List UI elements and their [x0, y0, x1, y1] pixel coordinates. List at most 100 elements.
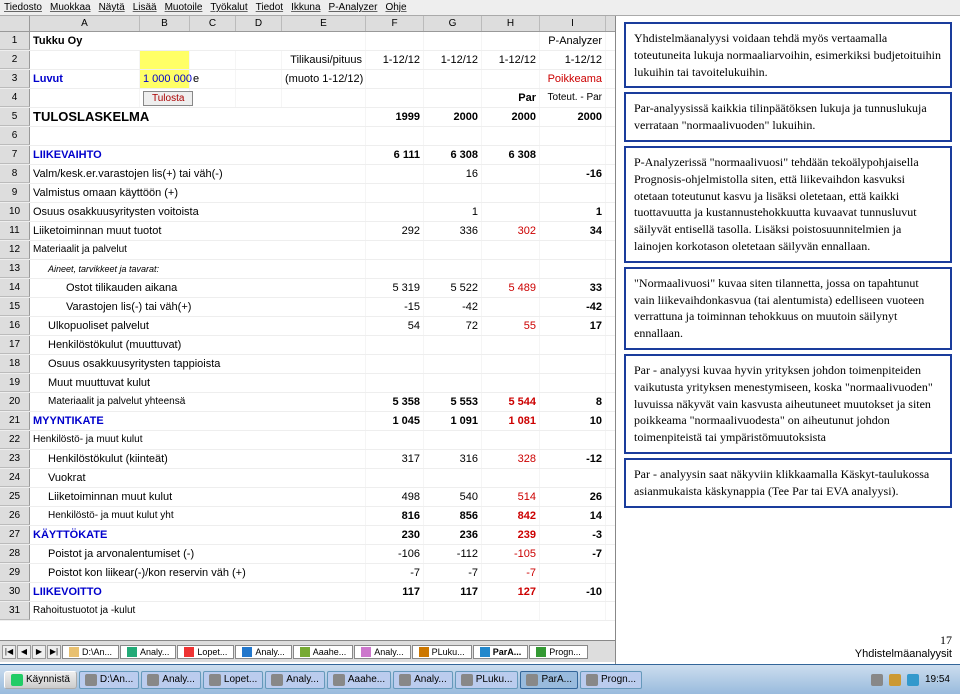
- taskbar-item[interactable]: Analy...: [393, 671, 453, 689]
- cell[interactable]: -42: [424, 298, 482, 316]
- cell[interactable]: 5 544: [482, 393, 540, 411]
- cell[interactable]: -112: [424, 545, 482, 563]
- table-row[interactable]: 23Henkilöstökulut (kiinteät)317316328-12: [0, 450, 615, 469]
- cell[interactable]: [366, 374, 424, 392]
- row-header[interactable]: 4: [0, 89, 30, 107]
- table-row[interactable]: 12Materiaalit ja palvelut: [0, 241, 615, 260]
- cell[interactable]: [424, 89, 482, 107]
- table-row[interactable]: 8Valm/kesk.er.varastojen lis(+) tai väh(…: [0, 165, 615, 184]
- row-header[interactable]: 10: [0, 203, 30, 221]
- row-header[interactable]: 7: [0, 146, 30, 164]
- cell[interactable]: [366, 89, 424, 107]
- cell[interactable]: -3: [540, 526, 606, 544]
- cell[interactable]: 6 111: [366, 146, 424, 164]
- table-row[interactable]: 26Henkilöstö- ja muut kulut yht816856842…: [0, 507, 615, 526]
- table-row[interactable]: 21MYYNTIKATE1 0451 0911 08110: [0, 412, 615, 431]
- colhead-i[interactable]: I: [540, 16, 606, 31]
- tray-icon[interactable]: [889, 674, 901, 686]
- taskbar-item[interactable]: PLuku...: [455, 671, 519, 689]
- cell[interactable]: [482, 203, 540, 221]
- cell[interactable]: (muoto 1-12/12): [282, 70, 366, 88]
- cell[interactable]: [366, 602, 424, 620]
- cell[interactable]: 5 522: [424, 279, 482, 297]
- cell[interactable]: 239: [482, 526, 540, 544]
- cell[interactable]: [540, 260, 606, 278]
- table-row[interactable]: 4TulostaParToteut. - Par: [0, 89, 615, 108]
- cell[interactable]: 328: [482, 450, 540, 468]
- table-row[interactable]: 7LIIKEVAIHTO6 1116 3086 308: [0, 146, 615, 165]
- cell[interactable]: [482, 374, 540, 392]
- cell[interactable]: [424, 431, 482, 449]
- cell[interactable]: [482, 165, 540, 183]
- cell[interactable]: 72: [424, 317, 482, 335]
- sheet-tab[interactable]: Analy...: [354, 645, 410, 659]
- row-header[interactable]: 9: [0, 184, 30, 202]
- cell[interactable]: 10: [540, 412, 606, 430]
- cell[interactable]: -7: [424, 564, 482, 582]
- cell[interactable]: [540, 374, 606, 392]
- table-row[interactable]: 6: [0, 127, 615, 146]
- cell[interactable]: [482, 127, 540, 145]
- cell[interactable]: 1-12/12: [366, 51, 424, 69]
- taskbar-item[interactable]: Analy...: [265, 671, 325, 689]
- cell[interactable]: [366, 431, 424, 449]
- tray-icon[interactable]: [907, 674, 919, 686]
- cell[interactable]: [366, 32, 424, 50]
- cell[interactable]: 54: [366, 317, 424, 335]
- cell[interactable]: [366, 336, 424, 354]
- menu-lisaa[interactable]: Lisää: [133, 2, 157, 13]
- colhead-c[interactable]: C: [190, 16, 236, 31]
- cell[interactable]: 816: [366, 507, 424, 525]
- table-row[interactable]: 16Ulkopuoliset palvelut54725517: [0, 317, 615, 336]
- print-button[interactable]: Tulosta: [143, 91, 193, 106]
- cell[interactable]: 1 081: [482, 412, 540, 430]
- cell[interactable]: [366, 203, 424, 221]
- cell[interactable]: 856: [424, 507, 482, 525]
- menu-ohje[interactable]: Ohje: [385, 2, 406, 13]
- cell[interactable]: [424, 602, 482, 620]
- cell[interactable]: Tulosta: [140, 89, 190, 107]
- cell[interactable]: [540, 127, 606, 145]
- cell[interactable]: [366, 241, 424, 259]
- row-header[interactable]: 5: [0, 108, 30, 126]
- cell[interactable]: -15: [366, 298, 424, 316]
- cell[interactable]: 55: [482, 317, 540, 335]
- table-row[interactable]: 5TULOSLASKELMA1999200020002000: [0, 108, 615, 127]
- cell[interactable]: 1-12/12: [424, 51, 482, 69]
- menu-tiedosto[interactable]: Tiedosto: [4, 2, 42, 13]
- cell[interactable]: Par: [482, 89, 540, 107]
- cell[interactable]: [540, 602, 606, 620]
- taskbar-item[interactable]: ParA...: [520, 671, 578, 689]
- sheet-tab[interactable]: Analy...: [235, 645, 291, 659]
- cell[interactable]: Poikkeama: [540, 70, 606, 88]
- row-header[interactable]: 15: [0, 298, 30, 316]
- table-row[interactable]: 2Tilikausi/pituus1-12/121-12/121-12/121-…: [0, 51, 615, 70]
- cell[interactable]: [190, 51, 236, 69]
- app-menubar[interactable]: Tiedosto Muokkaa Näytä Lisää Muotoile Ty…: [0, 0, 960, 16]
- colhead-f[interactable]: F: [366, 16, 424, 31]
- row-header[interactable]: 23: [0, 450, 30, 468]
- taskbar-item[interactable]: Lopet...: [203, 671, 263, 689]
- row-header[interactable]: 17: [0, 336, 30, 354]
- colhead-e[interactable]: E: [282, 16, 366, 31]
- row-header[interactable]: 22: [0, 431, 30, 449]
- row-header[interactable]: 24: [0, 469, 30, 487]
- colhead-d[interactable]: D: [236, 16, 282, 31]
- cell[interactable]: [540, 469, 606, 487]
- taskbar-item[interactable]: Analy...: [141, 671, 201, 689]
- cell[interactable]: 1 000 000: [140, 70, 190, 88]
- cell[interactable]: [540, 431, 606, 449]
- row-header[interactable]: 28: [0, 545, 30, 563]
- table-row[interactable]: 19Muut muuttuvat kulut: [0, 374, 615, 393]
- row-header[interactable]: 25: [0, 488, 30, 506]
- cell[interactable]: 127: [482, 583, 540, 601]
- cell[interactable]: [482, 336, 540, 354]
- sheet-tab[interactable]: Aaahe...: [293, 645, 354, 659]
- cell[interactable]: 117: [424, 583, 482, 601]
- cell[interactable]: 236: [424, 526, 482, 544]
- sheet-tab[interactable]: Progn...: [529, 645, 588, 659]
- row-header[interactable]: 8: [0, 165, 30, 183]
- cell[interactable]: 33: [540, 279, 606, 297]
- sheet-tab[interactable]: Analy...: [120, 645, 176, 659]
- cell[interactable]: [482, 431, 540, 449]
